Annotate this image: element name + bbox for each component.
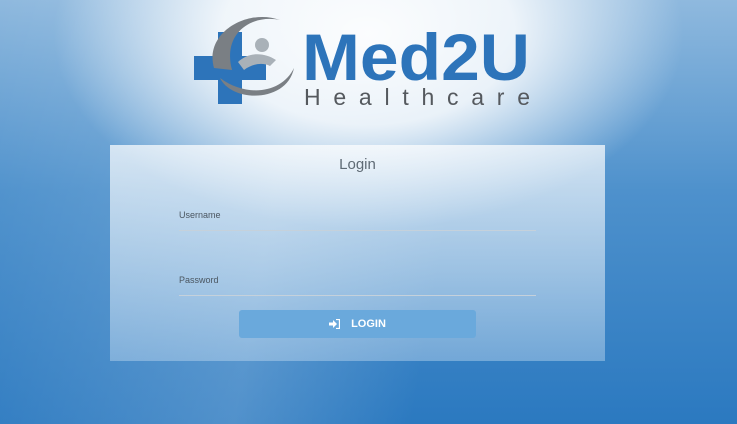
password-input[interactable] bbox=[179, 281, 536, 296]
login-title: Login bbox=[339, 156, 376, 173]
med2u-logo: Med2U Healthcare bbox=[194, 16, 530, 110]
login-button-label: LOGIN bbox=[351, 318, 386, 330]
username-input[interactable] bbox=[179, 216, 536, 231]
login-button[interactable]: LOGIN bbox=[239, 310, 476, 338]
sign-in-icon bbox=[329, 319, 341, 329]
person-icon bbox=[255, 38, 269, 52]
brand-name: Med2U bbox=[302, 20, 530, 94]
login-panel: Login Username Password LOGIN bbox=[110, 145, 605, 361]
